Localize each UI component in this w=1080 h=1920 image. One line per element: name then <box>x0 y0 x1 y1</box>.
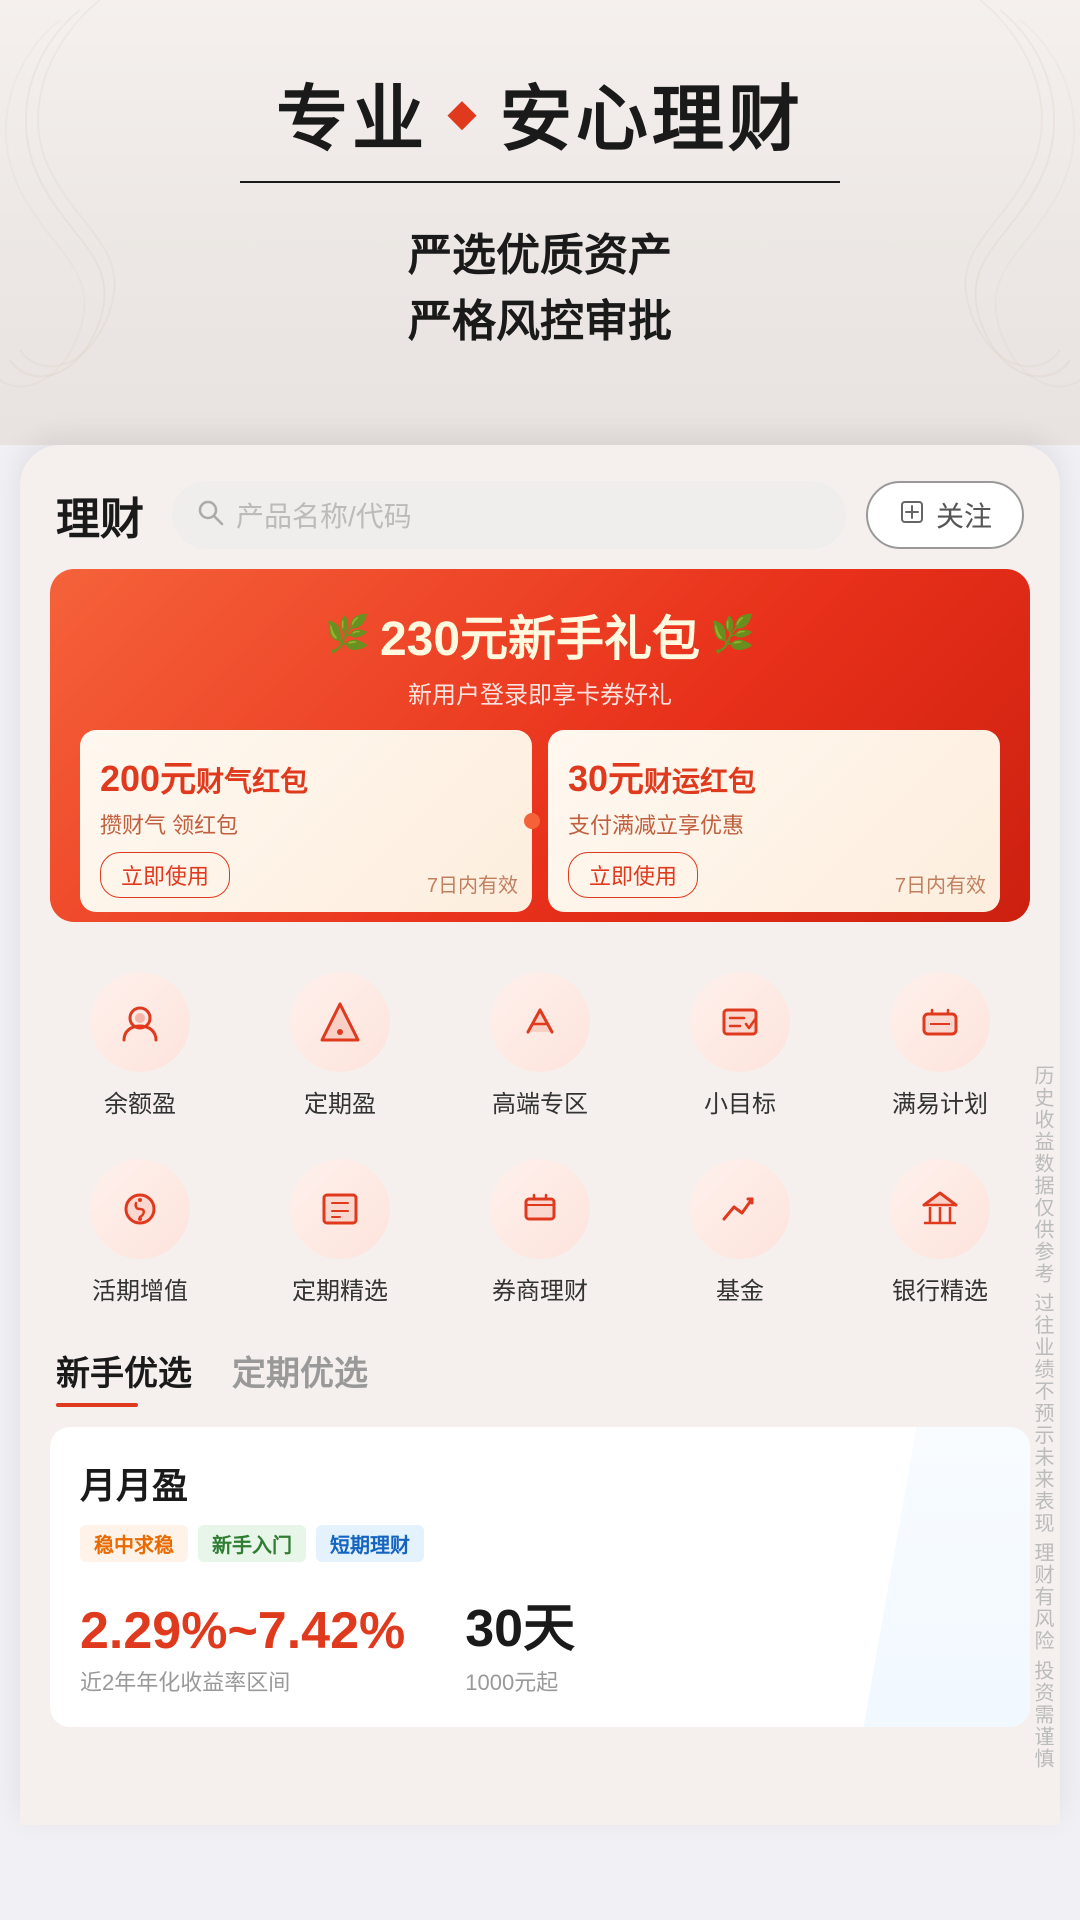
hero-section: 专业 ◆ 安心理财 严选优质资产 严格风控审批 <box>0 0 1080 445</box>
banner-card-divider <box>524 813 540 829</box>
huoqizengzhi-icon-circle <box>90 1159 190 1259</box>
jijin-label: 基金 <box>716 1271 764 1306</box>
banner-card2-desc: 支付满减立享优惠 <box>568 808 980 840</box>
app-card: 历史收益数据仅供参考 过往业绩不预示未来表现 理财有风险 投资需谨慎 理财 产品… <box>20 445 1060 1825</box>
banner-card-1[interactable]: 200元财气红包 攒财气 领红包 立即使用 7日内有效 <box>80 730 532 912</box>
xiaomubiao-label: 小目标 <box>704 1084 776 1119</box>
icon-grid-row1: 余额盈 定期盈 高端专区 <box>20 952 1060 1129</box>
banner-card1-amount: 200元 <box>100 758 196 799</box>
product-name: 月月盈 <box>80 1457 1000 1509</box>
search-icon <box>196 498 224 533</box>
grid-item-huoqizengzhi[interactable]: 活期增值 <box>60 1159 220 1306</box>
grid-item-dingqibao[interactable]: 定期盈 <box>260 972 420 1119</box>
grid-item-manyiji[interactable]: 满易计划 <box>860 972 1020 1119</box>
banner-sub-text: 新用户登录即享卡券好礼 <box>80 675 1000 710</box>
banner-card2-title: 30元财运红包 <box>568 750 980 802</box>
quanshang-icon-circle <box>490 1159 590 1259</box>
product-bottom: 2.29%~7.42% 近2年年化收益率区间 30天 1000元起 <box>80 1586 1000 1697</box>
tab-fixed[interactable]: 定期优选 <box>232 1346 368 1407</box>
hero-title-left: 专业 <box>276 60 428 165</box>
tab-new-user[interactable]: 新手优选 <box>56 1346 192 1407</box>
hero-title-right: 安心理财 <box>500 60 804 165</box>
dingqijingxuan-icon-circle <box>290 1159 390 1259</box>
follow-label: 关注 <box>936 495 992 535</box>
hero-subtitle: 严选优质资产 严格风控审批 <box>60 223 1020 355</box>
product-card[interactable]: 月月盈 稳中求稳 新手入门 短期理财 2.29%~7.42% 近2年年化收益率区… <box>50 1427 1030 1727</box>
hero-subtitle-line2: 严格风控审批 <box>60 289 1020 355</box>
gaoduan-label: 高端专区 <box>492 1084 588 1119</box>
banner-card1-name: 财气红包 <box>196 766 308 797</box>
banner-top: 🌿 230元新手礼包 🌿 新用户登录即享卡券好礼 <box>80 599 1000 710</box>
hero-subtitle-line1: 严选优质资产 <box>60 223 1020 289</box>
period-desc: 1000元起 <box>465 1665 575 1697</box>
yinhang-icon-circle <box>890 1159 990 1259</box>
header-title: 理财 <box>56 483 144 547</box>
banner-card-2[interactable]: 30元财运红包 支付满减立享优惠 立即使用 7日内有效 <box>548 730 1000 912</box>
grid-item-gaoduan[interactable]: 高端专区 <box>460 972 620 1119</box>
tabs-section: 新手优选 定期优选 <box>20 1316 1060 1407</box>
leaf-right-icon: 🌿 <box>710 613 755 655</box>
grid-item-jijin[interactable]: 基金 <box>660 1159 820 1306</box>
dingqijingxuan-label: 定期精选 <box>292 1271 388 1306</box>
banner-card1-title: 200元财气红包 <box>100 750 512 802</box>
huoqizengzhi-label: 活期增值 <box>92 1271 188 1306</box>
yinhang-label: 银行精选 <box>892 1271 988 1306</box>
grid-item-dingqijingxuan[interactable]: 定期精选 <box>260 1159 420 1306</box>
banner-card2-name: 财运红包 <box>644 766 756 797</box>
grid-item-quanshang[interactable]: 券商理财 <box>460 1159 620 1306</box>
yuebao-label: 余额盈 <box>104 1084 176 1119</box>
banner-card1-use-button[interactable]: 立即使用 <box>100 852 230 898</box>
search-bar[interactable]: 产品名称/代码 <box>172 481 846 549</box>
product-tag-3: 短期理财 <box>316 1525 424 1562</box>
search-placeholder-text: 产品名称/代码 <box>236 495 412 535</box>
period-value: 30天 <box>465 1586 575 1661</box>
period-section: 30天 1000元起 <box>465 1586 575 1697</box>
yield-rate: 2.29%~7.42% <box>80 1601 405 1661</box>
product-tags: 稳中求稳 新手入门 短期理财 <box>80 1525 1000 1562</box>
yield-desc: 近2年年化收益率区间 <box>80 1665 405 1697</box>
hero-diamond: ◆ <box>448 92 480 134</box>
quanshang-label: 券商理财 <box>492 1271 588 1306</box>
yield-section: 2.29%~7.42% 近2年年化收益率区间 <box>80 1601 405 1697</box>
yuebao-icon-circle <box>90 972 190 1072</box>
follow-icon <box>898 498 926 533</box>
product-tag-1: 稳中求稳 <box>80 1525 188 1562</box>
jijin-icon-circle <box>690 1159 790 1259</box>
hero-title: 专业 ◆ 安心理财 <box>60 60 1020 165</box>
tabs-row: 新手优选 定期优选 <box>56 1346 1024 1407</box>
dingqibao-label: 定期盈 <box>304 1084 376 1119</box>
leaf-left-icon: 🌿 <box>325 613 370 655</box>
dingqibao-icon-circle <box>290 972 390 1072</box>
banner-card2-validity: 7日内有效 <box>895 869 986 898</box>
grid-item-xiaomubiao[interactable]: 小目标 <box>660 972 820 1119</box>
grid-item-yuebao[interactable]: 余额盈 <box>60 972 220 1119</box>
banner-card2-use-button[interactable]: 立即使用 <box>568 852 698 898</box>
gaoduan-icon-circle <box>490 972 590 1072</box>
banner[interactable]: 🌿 230元新手礼包 🌿 新用户登录即享卡券好礼 200元财气红包 攒财气 领红… <box>50 569 1030 922</box>
banner-card2-amount: 30元 <box>568 758 644 799</box>
grid-item-yinhang[interactable]: 银行精选 <box>860 1159 1020 1306</box>
app-header: 理财 产品名称/代码 关注 <box>20 445 1060 569</box>
xiaomubiao-icon-circle <box>690 972 790 1072</box>
banner-main-text-value: 230元新手礼包 <box>380 599 700 669</box>
banner-card1-desc: 攒财气 领红包 <box>100 808 512 840</box>
product-tag-2: 新手入门 <box>198 1525 306 1562</box>
manyiji-icon-circle <box>890 972 990 1072</box>
icon-grid-row2: 活期增值 定期精选 券商理财 <box>20 1139 1060 1316</box>
banner-main-text: 🌿 230元新手礼包 🌿 <box>80 599 1000 669</box>
banner-card1-validity: 7日内有效 <box>427 869 518 898</box>
follow-button[interactable]: 关注 <box>866 481 1024 549</box>
manyiji-label: 满易计划 <box>892 1084 988 1119</box>
hero-divider <box>240 181 840 183</box>
banner-cards: 200元财气红包 攒财气 领红包 立即使用 7日内有效 30元财运红包 支付满减… <box>80 730 1000 912</box>
